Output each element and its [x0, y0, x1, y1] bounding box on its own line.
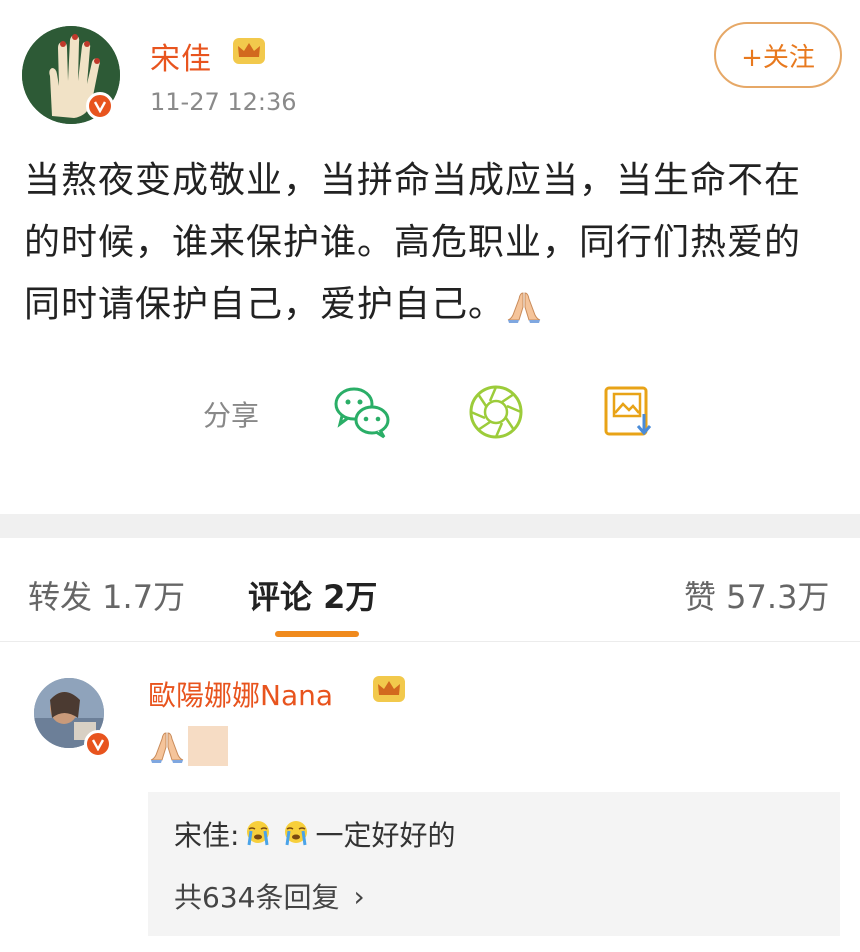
save-image-icon[interactable] — [598, 380, 662, 444]
verified-v-icon — [91, 739, 105, 751]
post-text-line: 的时候，谁来保护谁。高危职业，同行们热爱的 — [24, 222, 802, 263]
active-tab-indicator — [275, 631, 359, 637]
post-text: 当熬夜变成敬业，当拼命当成应当，当生命不在 的时候，谁来保护谁。高危职业，同行们… — [24, 150, 844, 336]
crown-icon — [233, 38, 265, 64]
wechat-icon[interactable] — [330, 380, 394, 444]
crying-emoji-icon — [247, 821, 270, 846]
reply-count-text: 共634条回复 — [174, 881, 340, 914]
placeholder-emoji — [188, 726, 228, 766]
chevron-right-icon: › — [353, 879, 365, 913]
reply-preview-box[interactable]: 宋佳: 一定好好的 共634条回复 › — [148, 792, 840, 936]
author-name[interactable]: 宋佳 — [150, 34, 212, 78]
section-divider — [0, 514, 860, 538]
tab-comments[interactable]: 评论 2万 — [248, 572, 377, 618]
comment-content — [148, 726, 228, 766]
crying-emoji-icon — [285, 821, 308, 846]
moments-icon[interactable] — [464, 380, 528, 444]
verified-badge — [86, 92, 114, 120]
post-timestamp: 11-27 12:36 — [150, 88, 297, 116]
share-row: 分享 — [0, 380, 860, 450]
interaction-tabs: 转发 1.7万 评论 2万 赞 57.3万 — [0, 538, 860, 642]
post-card: 宋佳 11-27 12:36 +关注 当熬夜变成敬业，当拼命当成应当，当生命不在… — [0, 0, 860, 512]
verified-v-icon — [93, 101, 107, 113]
post-text-line: 同时请保护自己，爱护自己。 — [24, 274, 844, 336]
view-replies-link[interactable]: 共634条回复 › — [174, 876, 365, 916]
post-text-line: 当熬夜变成敬业，当拼命当成应当，当生命不在 — [24, 160, 802, 201]
tab-repost[interactable]: 转发 1.7万 — [28, 572, 185, 618]
crown-icon — [373, 676, 405, 702]
reply-author[interactable]: 宋佳: — [174, 814, 239, 854]
comment-item: 歐陽娜娜Nana 宋佳: 一定好好的 共634条回复 › — [0, 642, 860, 952]
follow-button[interactable]: +关注 — [714, 22, 842, 88]
reply-preview: 宋佳: 一定好好的 — [174, 814, 455, 854]
reply-text: 一定好好的 — [315, 819, 456, 852]
commenter-name[interactable]: 歐陽娜娜Nana — [148, 674, 333, 714]
commenter-verified-badge — [84, 730, 112, 758]
pray-emoji-icon — [507, 292, 541, 323]
pray-emoji-icon — [150, 732, 184, 763]
share-label: 分享 — [203, 399, 260, 432]
post-text-line-content: 同时请保护自己，爱护自己。 — [24, 284, 506, 325]
tab-likes[interactable]: 赞 57.3万 — [684, 572, 829, 618]
